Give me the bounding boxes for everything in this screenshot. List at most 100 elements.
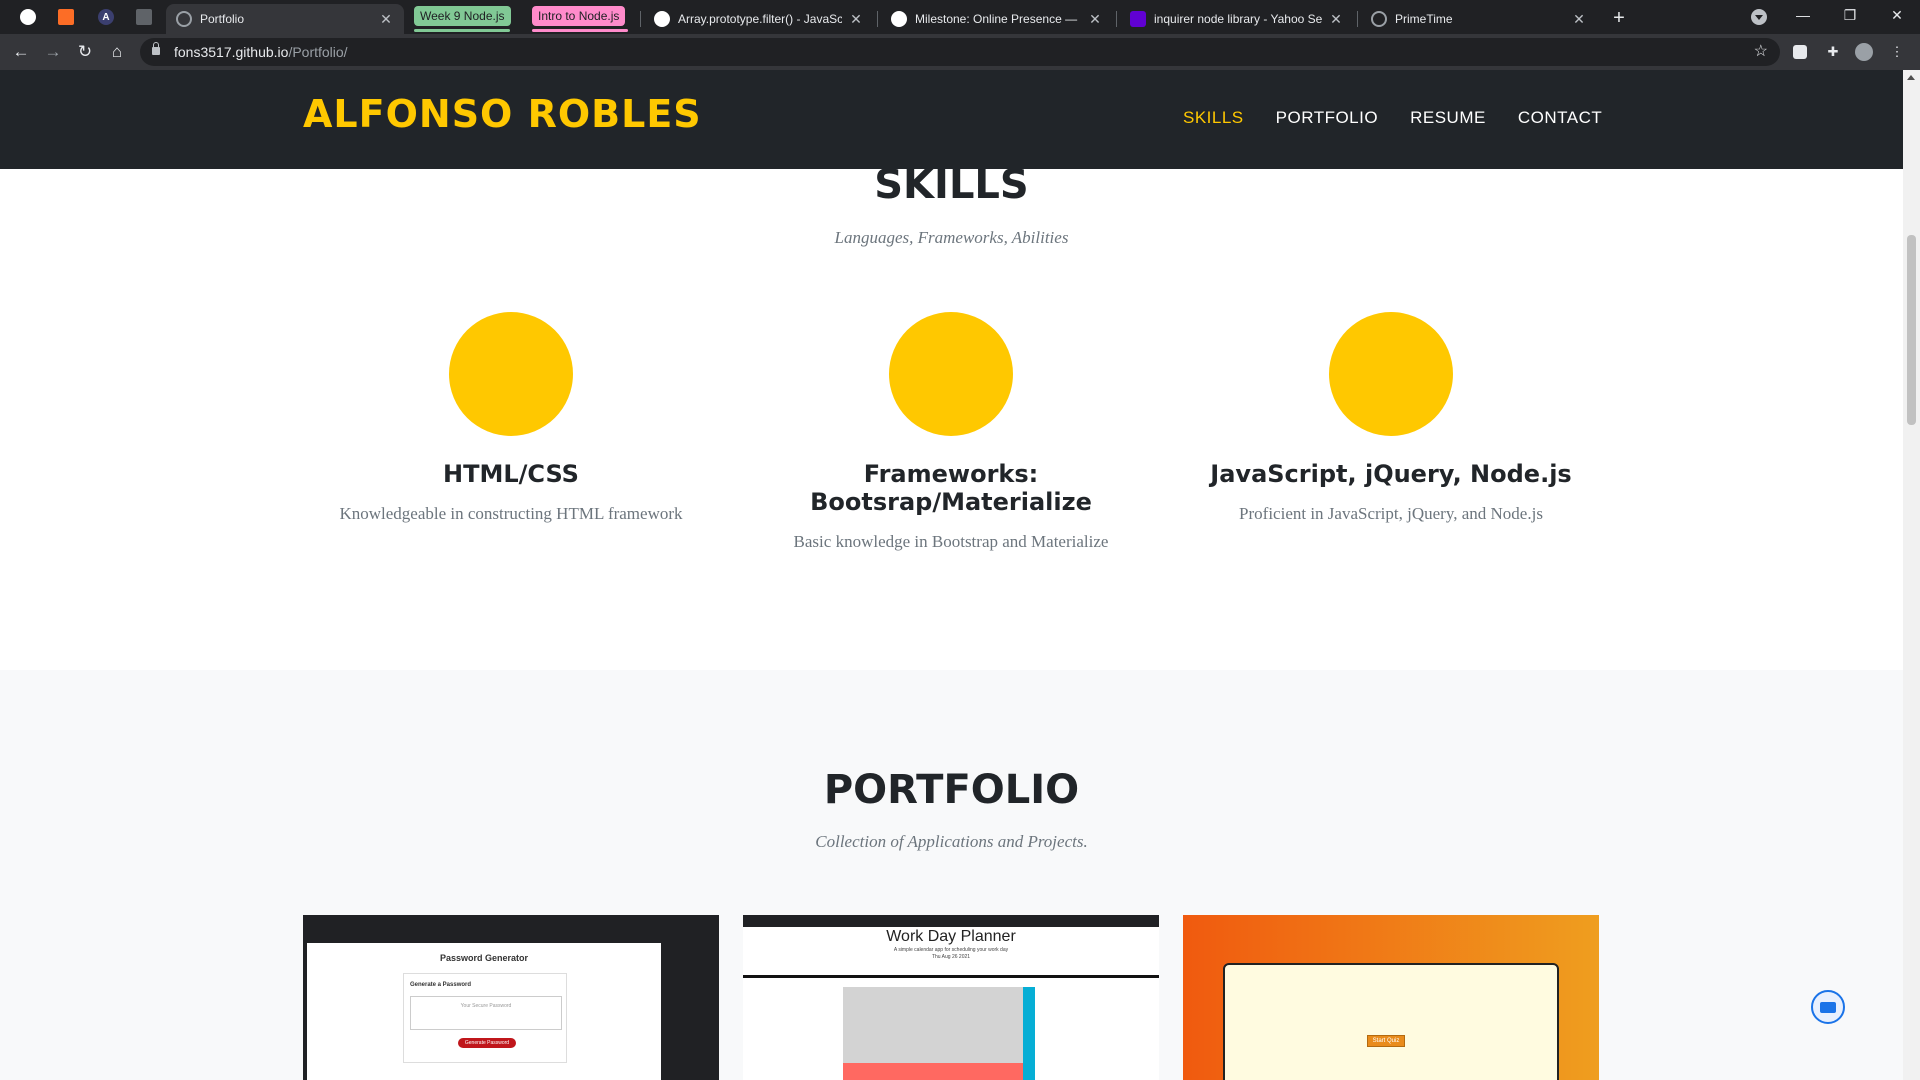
start-quiz-button: Start Quiz	[1367, 1035, 1405, 1047]
lock-icon	[152, 42, 160, 55]
restore-button[interactable]: ❐	[1827, 0, 1873, 30]
generator-box: Generate a Password Your Secure Password…	[403, 973, 567, 1063]
forward-arrow-icon[interactable]: →	[40, 39, 66, 65]
reload-icon[interactable]: ↻	[72, 39, 98, 65]
scrollbar-thumb[interactable]	[1907, 235, 1916, 425]
url-text: fons3517.github.io/Portfolio/	[174, 44, 348, 60]
generator-label: Generate a Password	[410, 982, 472, 988]
close-window-button[interactable]: ✕	[1874, 0, 1920, 30]
project-thumb-title: Work Day Planner	[886, 928, 1016, 945]
profile-avatar[interactable]	[1855, 43, 1873, 61]
planner-save-column	[1023, 987, 1035, 1080]
close-tab-icon[interactable]: ✕	[1087, 11, 1103, 28]
skill-title: HTML/CSS	[443, 460, 579, 488]
nav-link-contact[interactable]: CONTACT	[1518, 108, 1602, 128]
tab-separator	[1116, 11, 1117, 27]
github-icon	[20, 9, 36, 25]
site-navbar: ALFONSO ROBLES SKILLS PORTFOLIO RESUME C…	[0, 70, 1903, 169]
portfolio-subheading: Collection of Applications and Projects.	[815, 832, 1088, 851]
project-thumb-title: Password Generator	[439, 953, 529, 963]
pinned-tab-gitlab[interactable]	[52, 5, 80, 29]
puzzle-icon[interactable]: ✚	[1824, 43, 1842, 61]
tab-milestone[interactable]: Milestone: Online Presence — MDN ✕	[881, 4, 1113, 34]
generate-button: Generate Password	[458, 1038, 516, 1048]
tab-title: inquirer node library - Yahoo Search	[1154, 12, 1322, 26]
globe-icon	[176, 11, 192, 27]
browser-toolbar: ← → ↻ ⌂ fons3517.github.io/Portfolio/ ☆ …	[0, 34, 1920, 70]
skill-circle-icon	[889, 312, 1013, 436]
tab-separator	[640, 11, 641, 27]
pinned-tab-angular[interactable]: A	[92, 5, 120, 29]
project-thumbnail: Password Generator Generate a Password Y…	[307, 943, 661, 1080]
bookmark-star-icon[interactable]: ☆	[1754, 41, 1768, 61]
skill-card: JavaScript, jQuery, Node.js Proficient i…	[1171, 312, 1611, 524]
skill-title: JavaScript, jQuery, Node.js	[1210, 460, 1572, 488]
skill-card: Frameworks: Bootsrap/Materialize Basic kn…	[731, 312, 1171, 552]
skill-description: Knowledgeable in constructing HTML frame…	[339, 504, 683, 523]
project-card-quiz[interactable]: Start Quiz	[1183, 915, 1599, 1080]
tab-group-underline	[414, 29, 510, 32]
minimize-button[interactable]: —	[1780, 0, 1826, 30]
nav-menu: SKILLS PORTFOLIO RESUME CONTACT	[1183, 108, 1602, 128]
tab-title: Milestone: Online Presence — MDN	[915, 12, 1081, 26]
skill-description: Proficient in JavaScript, jQuery, and No…	[1239, 504, 1543, 523]
skill-card: HTML/CSS Knowledgeable in constructing H…	[291, 312, 731, 524]
tab-mdn-filter[interactable]: Array.prototype.filter() - JavaScript ✕	[644, 4, 874, 34]
yahoo-icon	[1130, 11, 1146, 27]
tab-strip: A Portfolio ✕ Week 9 Node.js Intro to No…	[0, 0, 1920, 34]
nav-link-portfolio[interactable]: PORTFOLIO	[1276, 108, 1378, 128]
thumb-browser-bar	[743, 915, 1159, 927]
close-tab-icon[interactable]: ✕	[1328, 11, 1344, 28]
tab-group-underline	[532, 29, 628, 32]
page-viewport: SKILLS Languages, Frameworks, Abilities …	[0, 70, 1903, 1080]
tab-title: Array.prototype.filter() - JavaScript	[678, 12, 842, 26]
page-scrollbar[interactable]	[1903, 70, 1920, 1080]
scroll-up-icon[interactable]	[1907, 75, 1915, 80]
skill-description: Basic knowledge in Bootstrap and Materia…	[793, 532, 1109, 551]
pinned-tab-book[interactable]	[130, 5, 158, 29]
planner-current-hour	[843, 1063, 1031, 1080]
back-arrow-icon[interactable]: ←	[8, 39, 34, 65]
mdn-icon	[654, 11, 670, 27]
skill-circle-icon	[1329, 312, 1453, 436]
tab-portfolio[interactable]: Portfolio ✕	[166, 4, 404, 34]
close-tab-icon[interactable]: ✕	[848, 11, 864, 28]
gitlab-icon	[58, 9, 74, 25]
quiz-panel	[1223, 963, 1559, 1080]
project-card-password-generator[interactable]: Password Generator Generate a Password Y…	[303, 915, 719, 1080]
book-icon	[136, 9, 152, 25]
tab-yahoo[interactable]: inquirer node library - Yahoo Search ✕	[1120, 4, 1354, 34]
pinned-tab-github[interactable]	[14, 5, 42, 29]
project-card-work-day-planner[interactable]: Work Day Planner A simple calendar app f…	[743, 915, 1159, 1080]
angular-icon: A	[98, 9, 114, 25]
nav-link-resume[interactable]: RESUME	[1410, 108, 1486, 128]
tab-group-week9[interactable]: Week 9 Node.js	[414, 6, 511, 26]
skill-circle-icon	[449, 312, 573, 436]
skills-subheading: Languages, Frameworks, Abilities	[834, 228, 1069, 247]
tab-group-intro-node[interactable]: Intro to Node.js	[532, 6, 626, 26]
brand-logo[interactable]: ALFONSO ROBLES	[303, 92, 702, 136]
tab-title: Portfolio	[200, 12, 245, 26]
floating-helper-icon[interactable]	[1811, 990, 1845, 1024]
portfolio-heading: PORTFOLIO	[823, 767, 1080, 813]
address-bar[interactable]: fons3517.github.io/Portfolio/ ☆	[140, 38, 1780, 66]
project-thumb-subtitle: A simple calendar app for scheduling you…	[893, 947, 1009, 953]
kebab-menu-icon[interactable]: ⋮	[1888, 43, 1906, 61]
close-tab-icon[interactable]: ✕	[1571, 11, 1587, 28]
divider	[743, 975, 1159, 978]
project-thumb-date: Thu Aug 26 2021	[931, 954, 971, 960]
tab-separator	[877, 11, 878, 27]
new-tab-button[interactable]: +	[1607, 6, 1631, 30]
globe-icon	[1371, 11, 1387, 27]
password-field: Your Secure Password	[410, 996, 562, 1030]
skill-title: Frameworks: Bootsrap/Materialize	[810, 460, 1092, 516]
tab-search-icon[interactable]	[1751, 9, 1767, 25]
extension-icon[interactable]	[1793, 45, 1807, 59]
tab-separator	[1357, 11, 1358, 27]
milestone-icon	[891, 11, 907, 27]
tab-title: PrimeTime	[1395, 12, 1453, 26]
close-tab-icon[interactable]: ✕	[378, 11, 394, 28]
nav-link-skills[interactable]: SKILLS	[1183, 108, 1244, 128]
home-icon[interactable]: ⌂	[104, 39, 130, 65]
tab-primetime[interactable]: PrimeTime ✕	[1361, 4, 1597, 34]
